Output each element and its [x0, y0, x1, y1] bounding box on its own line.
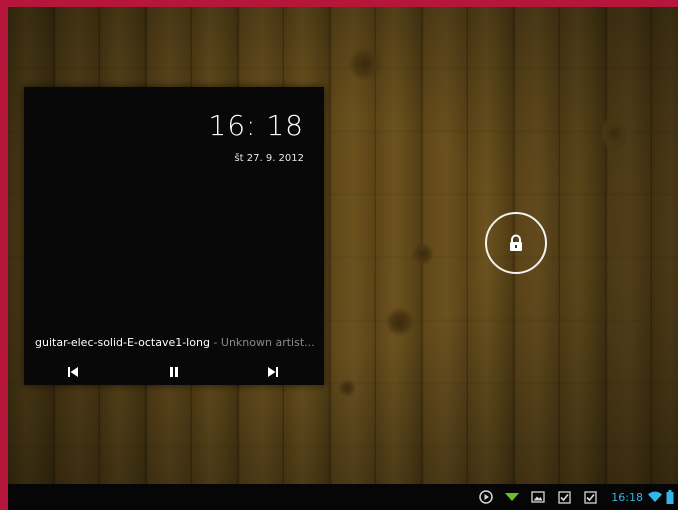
- battery-icon: [666, 490, 674, 504]
- music-track-info: guitar-elec-solid-E-octave1-long - Unkno…: [35, 336, 320, 349]
- lockscreen: 16: 18 št 27. 9. 2012 guitar-elec-solid-…: [8, 7, 678, 510]
- system-bar: 16:18: [8, 484, 678, 510]
- play-icon: [479, 490, 494, 504]
- play-notification[interactable]: [473, 484, 499, 510]
- clock-time: 16: 18: [208, 109, 304, 142]
- download-notification[interactable]: [499, 484, 525, 510]
- lockscreen-widget: 16: 18 št 27. 9. 2012 guitar-elec-solid-…: [24, 87, 324, 385]
- task-notification-2[interactable]: [577, 484, 603, 510]
- status-time[interactable]: 16:18: [603, 491, 647, 504]
- image-notification[interactable]: [525, 484, 551, 510]
- track-title: guitar-elec-solid-E-octave1-long: [35, 336, 210, 349]
- image-icon: [531, 491, 545, 503]
- wifi-icon: [648, 491, 662, 502]
- clock-date: št 27. 9. 2012: [234, 153, 304, 164]
- previous-button[interactable]: [62, 362, 84, 382]
- checkbox-icon: [584, 490, 597, 504]
- next-icon: [268, 367, 278, 377]
- task-notification-1[interactable]: [551, 484, 577, 510]
- status-icons: 16:18: [473, 484, 674, 510]
- lock-icon: [510, 234, 522, 251]
- download-icon: [505, 493, 520, 501]
- checkbox-icon: [558, 490, 571, 504]
- unlock-handle[interactable]: [485, 212, 547, 274]
- pause-icon: [170, 367, 178, 377]
- track-artist: - Unknown artist...: [209, 336, 315, 349]
- pause-button[interactable]: [163, 362, 185, 382]
- next-button[interactable]: [262, 362, 284, 382]
- previous-icon: [68, 367, 78, 377]
